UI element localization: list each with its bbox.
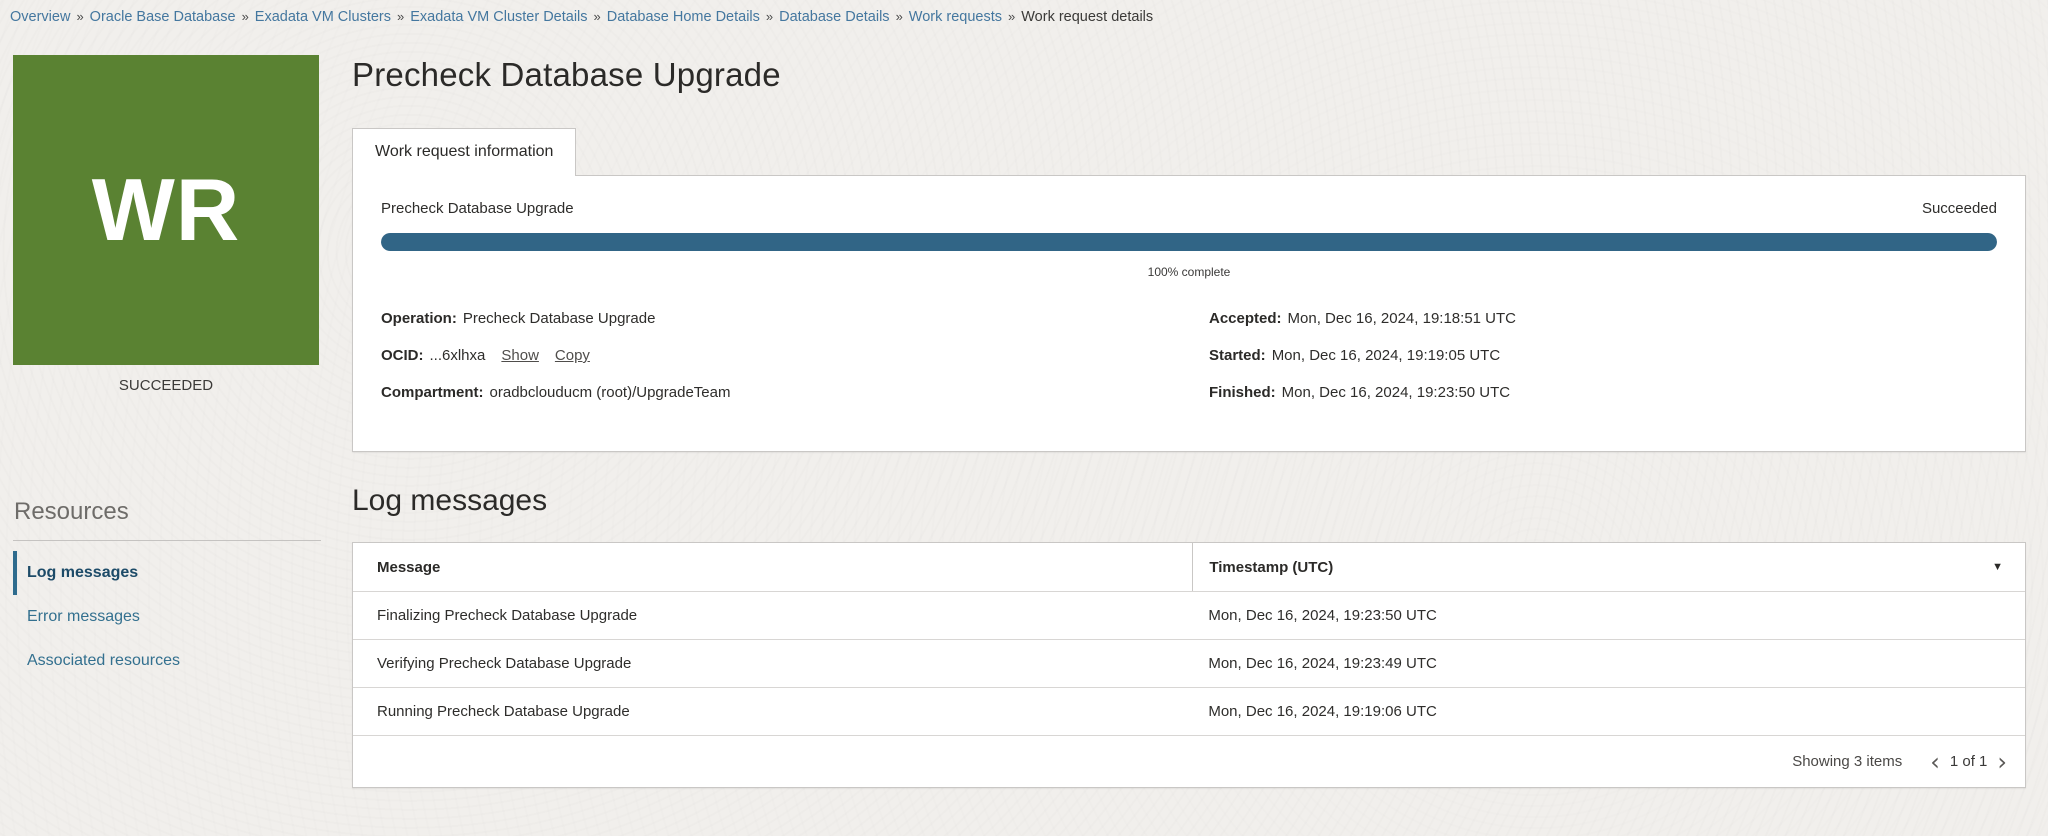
next-page-icon[interactable]: ›	[1997, 750, 2007, 774]
column-header-label: Timestamp (UTC)	[1209, 558, 1334, 576]
resources-nav: Resources Log messages Error messages As…	[13, 498, 323, 683]
work-request-information-panel: Precheck Database Upgrade Succeeded 100%…	[352, 175, 2026, 452]
cell-timestamp: Mon, Dec 16, 2024, 19:19:06 UTC	[1208, 703, 1437, 720]
log-messages-table: Message Timestamp (UTC) ▼ Finalizing Pre…	[352, 542, 2026, 788]
sidebar-item-label: Log messages	[27, 564, 139, 581]
left-column: WR SUCCEEDED Resources Log messages Erro…	[0, 32, 352, 683]
breadcrumb-separator: »	[397, 9, 405, 24]
log-messages-heading: Log messages	[352, 484, 548, 517]
progress-bar	[381, 233, 1997, 251]
resources-divider	[13, 540, 321, 541]
tab-row: Work request information	[352, 127, 2026, 176]
breadcrumb-separator: »	[76, 9, 84, 24]
field-operation: Operation: Precheck Database Upgrade	[381, 309, 1169, 329]
breadcrumb-link-overview[interactable]: Overview	[10, 9, 70, 25]
sort-caret-icon[interactable]: ▼	[1992, 561, 2003, 573]
table-row: Running Precheck Database Upgrade Mon, D…	[353, 687, 2025, 735]
column-header-message[interactable]: Message	[353, 543, 1192, 591]
breadcrumb-current: Work request details	[1021, 9, 1154, 25]
breadcrumb-link-oracle-base-database[interactable]: Oracle Base Database	[90, 9, 236, 25]
breadcrumb-link-exadata-vm-cluster-details[interactable]: Exadata VM Cluster Details	[410, 9, 587, 25]
table-footer: Showing 3 items ‹ 1 of 1 ›	[353, 735, 2025, 787]
tab-work-request-information[interactable]: Work request information	[352, 128, 577, 176]
table-row: Finalizing Precheck Database Upgrade Mon…	[353, 591, 2025, 639]
field-value: Mon, Dec 16, 2024, 19:18:51 UTC	[1287, 310, 1516, 327]
field-label: Operation:	[381, 310, 457, 327]
ocid-show-link[interactable]: Show	[501, 347, 539, 364]
breadcrumb-link-work-requests[interactable]: Work requests	[909, 9, 1002, 25]
progress-header: Precheck Database Upgrade Succeeded	[381, 200, 1997, 217]
details-left-column: Operation: Precheck Database Upgrade OCID…	[381, 309, 1169, 403]
column-header-timestamp[interactable]: Timestamp (UTC) ▼	[1192, 543, 2025, 591]
column-header-label: Message	[377, 558, 441, 576]
breadcrumb-separator: »	[241, 9, 249, 24]
field-label: Started:	[1209, 347, 1266, 364]
ocid-copy-link[interactable]: Copy	[555, 347, 590, 364]
cell-timestamp: Mon, Dec 16, 2024, 19:23:50 UTC	[1208, 607, 1437, 624]
field-value: ...6xlhxa	[429, 347, 486, 364]
resources-heading: Resources	[14, 498, 129, 525]
sidebar-item-error-messages[interactable]: Error messages	[13, 595, 323, 639]
avatar-initials: WR	[91, 160, 241, 259]
breadcrumb-link-exadata-vm-clusters[interactable]: Exadata VM Clusters	[255, 9, 391, 25]
breadcrumb-link-database-home-details[interactable]: Database Home Details	[607, 9, 760, 25]
progress-status: Succeeded	[1921, 200, 1997, 217]
pagination: ‹ 1 of 1 ›	[1930, 750, 2007, 774]
sidebar-item-associated-resources[interactable]: Associated resources	[13, 639, 323, 683]
page-title: Precheck Database Upgrade	[352, 56, 781, 93]
status-caption: SUCCEEDED	[118, 377, 214, 394]
progress-bar-fill	[381, 233, 1997, 251]
breadcrumb-separator: »	[765, 9, 774, 24]
field-label: Compartment:	[381, 384, 484, 401]
field-label: Finished:	[1209, 384, 1276, 401]
field-label: Accepted:	[1209, 310, 1282, 327]
main-layout: WR SUCCEEDED Resources Log messages Erro…	[0, 32, 2048, 788]
sidebar-item-label: Error messages	[27, 608, 140, 625]
cell-message: Running Precheck Database Upgrade	[377, 703, 630, 720]
right-column: Precheck Database Upgrade Work request i…	[352, 32, 2048, 788]
sidebar-item-label: Associated resources	[27, 652, 180, 669]
table-row: Verifying Precheck Database Upgrade Mon,…	[353, 639, 2025, 687]
cell-message: Verifying Precheck Database Upgrade	[377, 655, 632, 672]
sidebar-item-log-messages[interactable]: Log messages	[13, 551, 323, 595]
field-compartment: Compartment: oradbclouducm (root)/Upgrade…	[381, 383, 1169, 403]
progress-percent-label: 100% complete	[1147, 265, 1231, 279]
breadcrumb-separator: »	[1008, 9, 1016, 24]
page-indicator: 1 of 1	[1949, 753, 1988, 770]
breadcrumb-separator: »	[895, 9, 903, 24]
breadcrumb-link-database-details[interactable]: Database Details	[779, 9, 889, 25]
previous-page-icon[interactable]: ‹	[1930, 750, 1940, 774]
field-value: Mon, Dec 16, 2024, 19:23:50 UTC	[1281, 384, 1511, 401]
work-request-avatar: WR	[13, 55, 319, 365]
field-started: Started: Mon, Dec 16, 2024, 19:19:05 UTC	[1209, 346, 1997, 366]
field-value: oradbclouducm (root)/UpgradeTeam	[489, 384, 731, 401]
table-header-row: Message Timestamp (UTC) ▼	[353, 543, 2025, 591]
cell-timestamp: Mon, Dec 16, 2024, 19:23:49 UTC	[1208, 655, 1437, 672]
field-value: Precheck Database Upgrade	[462, 310, 656, 327]
field-accepted: Accepted: Mon, Dec 16, 2024, 19:18:51 UTC	[1209, 309, 1997, 329]
progress-label: Precheck Database Upgrade	[381, 200, 574, 217]
breadcrumb: Overview » Oracle Base Database » Exadata VM…	[0, 0, 2048, 32]
details-right-column: Accepted: Mon, Dec 16, 2024, 19:18:51 UTC…	[1209, 309, 1997, 403]
field-ocid: OCID: ...6xlhxa Show Copy	[381, 346, 1169, 366]
field-value: Mon, Dec 16, 2024, 19:19:05 UTC	[1271, 347, 1501, 364]
cell-message: Finalizing Precheck Database Upgrade	[377, 607, 638, 624]
showing-items-label: Showing 3 items	[1792, 753, 1903, 770]
field-label: OCID:	[381, 347, 424, 364]
breadcrumb-separator: »	[593, 9, 601, 24]
field-finished: Finished: Mon, Dec 16, 2024, 19:23:50 UTC	[1209, 383, 1997, 403]
details-grid: Operation: Precheck Database Upgrade OCID…	[381, 309, 1997, 403]
